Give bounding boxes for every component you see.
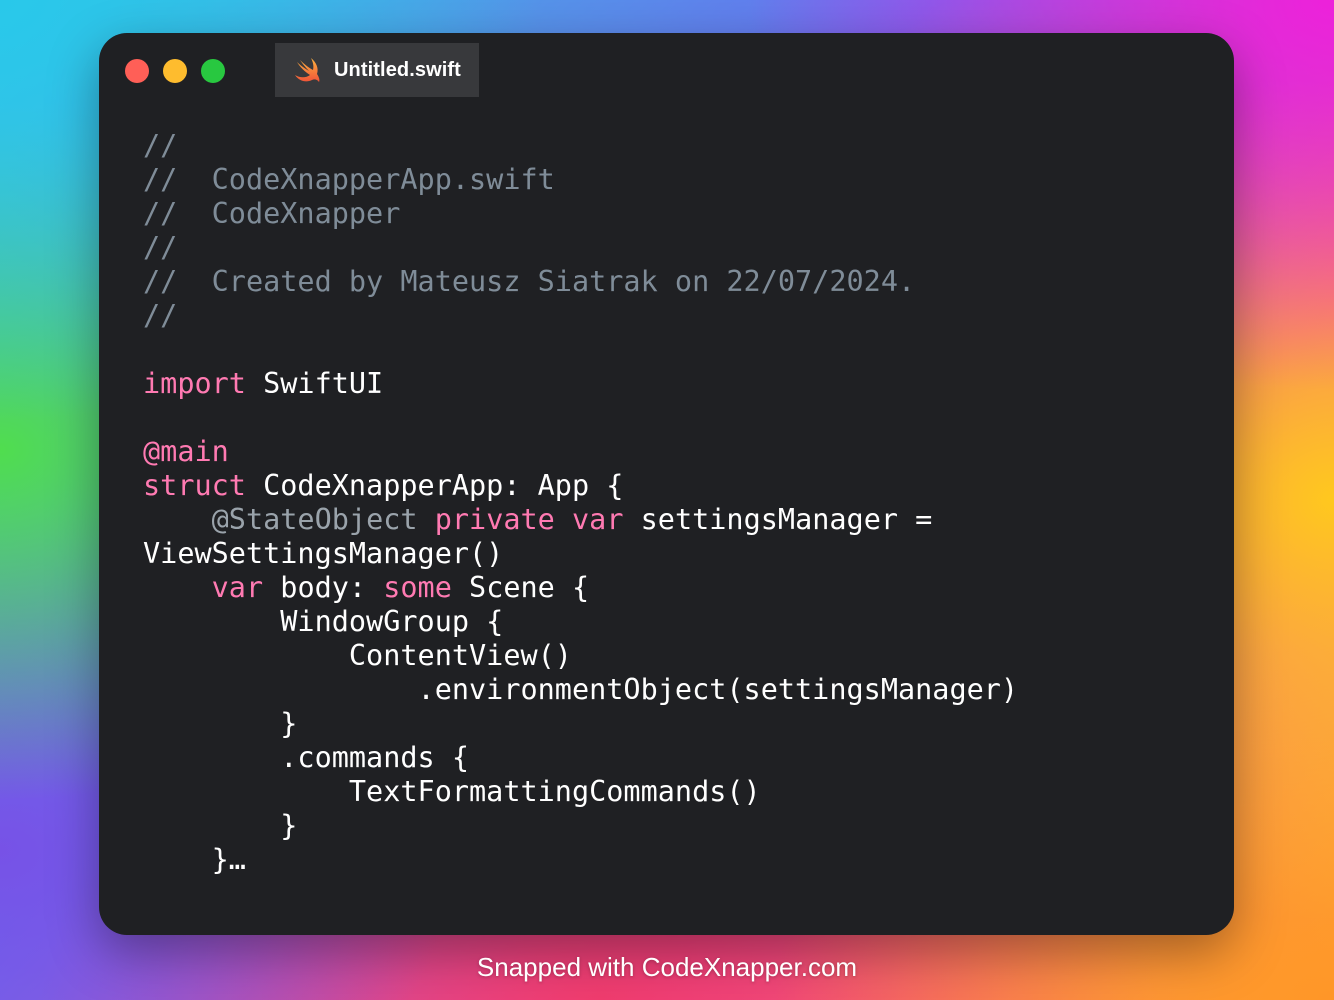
code-line: // bbox=[143, 299, 1018, 333]
code-token: .environmentObject(settingsManager) bbox=[143, 673, 1019, 706]
code-token: private bbox=[434, 503, 555, 536]
code-token: // CodeXnapperApp.swift bbox=[143, 163, 555, 196]
code-line: } bbox=[143, 809, 1018, 843]
code-token: WindowGroup { bbox=[143, 605, 504, 638]
code-line: import SwiftUI bbox=[143, 367, 1018, 401]
code-line: }… bbox=[143, 843, 1018, 877]
code-token: import bbox=[143, 367, 246, 400]
code-line: // bbox=[143, 231, 1018, 265]
code-token: SwiftUI bbox=[245, 367, 384, 400]
code-line: @main bbox=[143, 435, 1018, 469]
code-token: Scene { bbox=[451, 571, 590, 604]
code-token: TextFormattingCommands() bbox=[143, 775, 761, 808]
code-line: struct CodeXnapperApp: App { bbox=[143, 469, 1018, 503]
code-token: // Created by Mateusz Siatrak on 22/07/2… bbox=[143, 265, 916, 298]
code-token: }… bbox=[143, 843, 246, 876]
code-token: // bbox=[143, 231, 178, 264]
code-token: var bbox=[572, 503, 624, 536]
title-bar: Untitled.swift bbox=[99, 33, 1234, 107]
code-token: var bbox=[211, 571, 264, 604]
code-token: // CodeXnapper bbox=[143, 197, 401, 230]
code-token: } bbox=[143, 707, 298, 740]
code-token: struct bbox=[143, 469, 246, 502]
code-token: ContentView() bbox=[143, 639, 572, 672]
code-line: ContentView() bbox=[143, 639, 1018, 673]
code-line: // Created by Mateusz Siatrak on 22/07/2… bbox=[143, 265, 1018, 299]
code-token: } bbox=[143, 809, 298, 842]
swift-icon bbox=[294, 57, 322, 83]
code-token: ViewSettingsManager() bbox=[143, 537, 504, 570]
code-line: // CodeXnapperApp.swift bbox=[143, 163, 1018, 197]
code-line: // CodeXnapper bbox=[143, 197, 1018, 231]
code-token: @main bbox=[143, 435, 229, 468]
code-line: var body: some Scene { bbox=[143, 571, 1018, 605]
code-token: .commands { bbox=[143, 741, 470, 774]
minimize-window-button[interactable] bbox=[163, 59, 187, 83]
code-line: // bbox=[143, 129, 1018, 163]
code-editor[interactable]: //// CodeXnapperApp.swift// CodeXnapper /… bbox=[143, 129, 1018, 877]
code-token: CodeXnapperApp: App { bbox=[245, 469, 624, 502]
code-line: ViewSettingsManager() bbox=[143, 537, 1018, 571]
code-token: body: bbox=[263, 571, 384, 604]
tab-label: Untitled.swift bbox=[334, 58, 461, 81]
code-token: some bbox=[383, 571, 452, 604]
code-token: @StateObject bbox=[211, 503, 418, 536]
code-line: .commands { bbox=[143, 741, 1018, 775]
code-line: .environmentObject(settingsManager) bbox=[143, 673, 1019, 707]
footer-credit: Snapped with CodeXnapper.com bbox=[476, 952, 858, 982]
code-token: // bbox=[143, 299, 178, 332]
code-token: settingsManager = bbox=[623, 503, 933, 536]
code-window: Untitled.swift //// CodeXnapperApp.swift… bbox=[99, 33, 1234, 935]
code-token: // bbox=[143, 129, 178, 162]
close-window-button[interactable] bbox=[125, 59, 149, 83]
code-line: } bbox=[143, 707, 1018, 741]
code-line: TextFormattingCommands() bbox=[143, 775, 1018, 809]
code-line: WindowGroup { bbox=[143, 605, 1018, 639]
tab-untitled-swift[interactable]: Untitled.swift bbox=[275, 43, 479, 97]
zoom-window-button[interactable] bbox=[201, 59, 225, 83]
code-line: @StateObject private var settingsManager… bbox=[143, 503, 1018, 537]
